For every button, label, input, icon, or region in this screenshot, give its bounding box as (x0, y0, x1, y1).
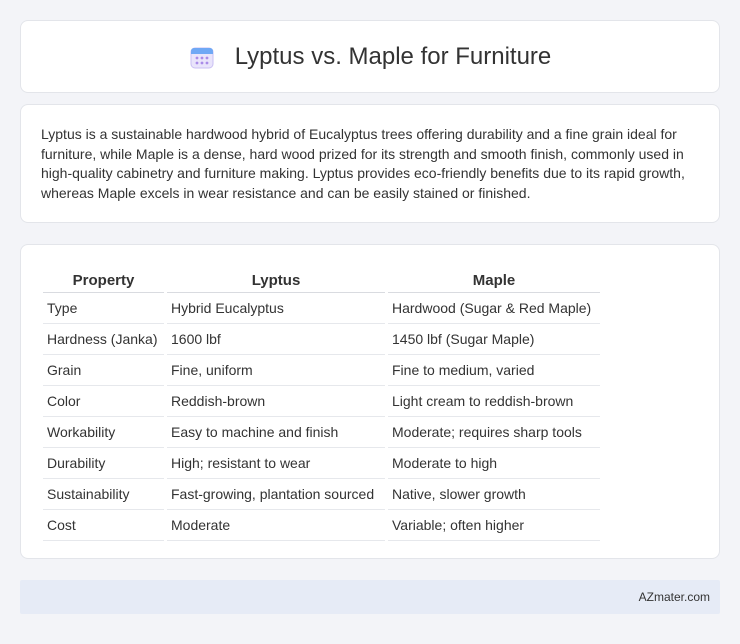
cell-property: Cost (43, 510, 164, 541)
column-header-maple: Maple (388, 267, 600, 293)
table-row: Sustainability Fast-growing, plantation … (43, 479, 600, 510)
table-row: Durability High; resistant to wear Moder… (43, 448, 600, 479)
cell-property: Grain (43, 355, 164, 386)
table-row: Type Hybrid Eucalyptus Hardwood (Sugar &… (43, 293, 600, 324)
cell-maple: Native, slower growth (388, 479, 600, 510)
cell-lyptus: Moderate (167, 510, 385, 541)
table-row: Cost Moderate Variable; often higher (43, 510, 600, 541)
comparison-card: Property Lyptus Maple Type Hybrid Eucaly… (20, 244, 720, 559)
table-row: Hardness (Janka) 1600 lbf 1450 lbf (Suga… (43, 324, 600, 355)
cell-maple: Hardwood (Sugar & Red Maple) (388, 293, 600, 324)
cell-lyptus: Fine, uniform (167, 355, 385, 386)
cell-maple: 1450 lbf (Sugar Maple) (388, 324, 600, 355)
column-header-lyptus: Lyptus (167, 267, 385, 293)
cell-maple: Light cream to reddish-brown (388, 386, 600, 417)
intro-paragraph: Lyptus is a sustainable hardwood hybrid … (41, 126, 685, 201)
cell-lyptus: High; resistant to wear (167, 448, 385, 479)
comparison-table: Property Lyptus Maple Type Hybrid Eucaly… (40, 267, 603, 541)
footer-brand: AZmater.com (638, 590, 710, 604)
calendar-icon (190, 47, 214, 68)
cell-maple: Moderate; requires sharp tools (388, 417, 600, 448)
table-row: Grain Fine, uniform Fine to medium, vari… (43, 355, 600, 386)
table-row: Workability Easy to machine and finish M… (43, 417, 600, 448)
cell-lyptus: Reddish-brown (167, 386, 385, 417)
header: Lyptus vs. Maple for Furniture (189, 42, 552, 71)
cell-property: Workability (43, 417, 164, 448)
table-header-row: Property Lyptus Maple (43, 267, 600, 293)
cell-lyptus: Fast-growing, plantation sourced (167, 479, 385, 510)
cell-property: Hardness (Janka) (43, 324, 164, 355)
cell-property: Sustainability (43, 479, 164, 510)
footer-bar: AZmater.com (20, 580, 720, 614)
page-title: Lyptus vs. Maple for Furniture (234, 42, 552, 70)
cell-maple: Variable; often higher (388, 510, 600, 541)
column-header-property: Property (43, 267, 164, 293)
cell-property: Durability (43, 448, 164, 479)
cell-property: Color (43, 386, 164, 417)
cell-maple: Fine to medium, varied (388, 355, 600, 386)
cell-lyptus: Hybrid Eucalyptus (167, 293, 385, 324)
intro-card: Lyptus is a sustainable hardwood hybrid … (20, 104, 720, 223)
cell-lyptus: Easy to machine and finish (167, 417, 385, 448)
table-row: Color Reddish-brown Light cream to reddi… (43, 386, 600, 417)
header-card: Lyptus vs. Maple for Furniture (20, 20, 720, 93)
cell-maple: Moderate to high (388, 448, 600, 479)
cell-lyptus: 1600 lbf (167, 324, 385, 355)
cell-property: Type (43, 293, 164, 324)
